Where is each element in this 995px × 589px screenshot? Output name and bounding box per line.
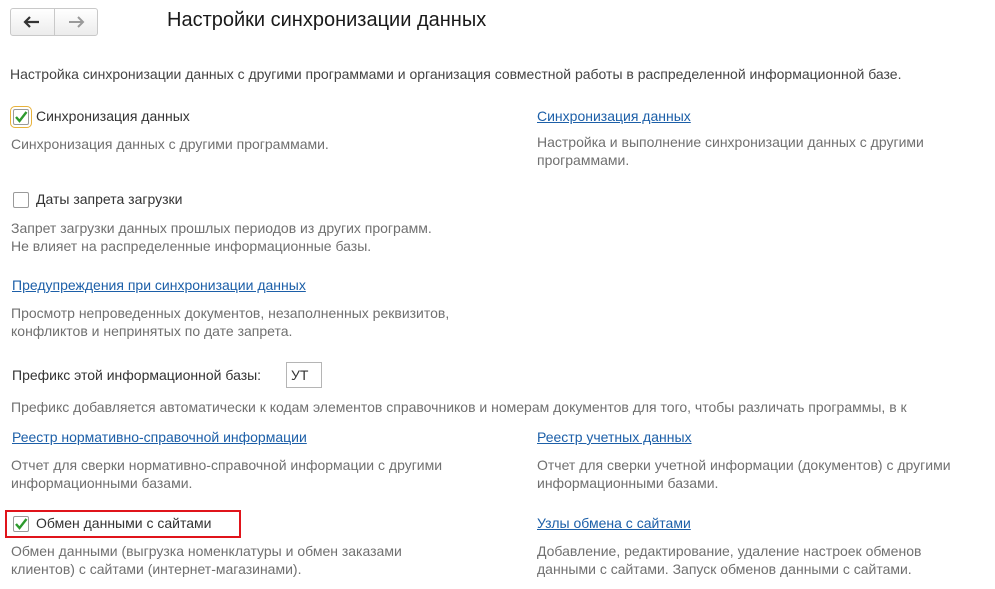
prohibition-dates-checkbox[interactable] [13,192,29,208]
sync-data-hint: Синхронизация данных с другими программа… [11,136,329,152]
nsi-hint-1: Отчет для сверки нормативно-справочной и… [11,457,443,473]
site-nodes-hint-2: данными с сайтами. Запуск обменов данным… [537,561,912,577]
prefix-hint: Префикс добавляется автоматически к кода… [11,399,907,415]
site-nodes-hint-1: Добавление, редактирование, удаление нас… [537,543,922,559]
warnings-hint-1: Просмотр непроведенных документов, незап… [11,305,450,321]
checkmark-icon [15,111,28,123]
prohibition-hint-1: Запрет загрузки данных прошлых периодов … [11,220,432,236]
prefix-label: Префикс этой информационной базы: [12,367,262,383]
accounting-hint-1: Отчет для сверки учетной информации (док… [537,457,951,473]
prefix-input[interactable]: УТ [286,362,322,388]
sync-data-link-hint-1: Настройка и выполнение синхронизации дан… [537,134,924,150]
forward-button[interactable] [53,9,98,35]
warnings-hint-2: конфликтов и непринятых по дате запрета. [11,323,293,339]
nsi-hint-2: информационными базами. [11,475,193,491]
accounting-registry-link[interactable]: Реестр учетных данных [537,429,692,445]
prohibition-dates-label[interactable]: Даты запрета загрузки [36,191,182,207]
back-button[interactable] [11,9,54,35]
prohibition-hint-2: Не влияет на распределенные информационн… [11,238,372,254]
checkmark-icon [15,518,28,530]
sync-data-label[interactable]: Синхронизация данных [36,108,190,124]
site-exchange-nodes-link[interactable]: Узлы обмена с сайтами [537,515,691,531]
page-title: Настройки синхронизации данных [167,9,487,31]
arrow-right-icon [68,16,85,28]
accounting-hint-2: информационными базами. [537,475,719,491]
sync-data-link-hint-2: программами. [537,152,630,168]
navigation-buttons [10,8,98,36]
sites-hint-2: клиентов) с сайтами (интернет-магазинами… [11,561,302,577]
sites-hint-1: Обмен данными (выгрузка номенклатуры и о… [11,543,402,559]
intro-text: Настройка синхронизации данных с другими… [10,66,902,82]
sites-exchange-label[interactable]: Обмен данными с сайтами [36,515,211,531]
sync-data-checkbox[interactable] [10,106,32,128]
sites-exchange-checkbox[interactable] [13,516,29,532]
nsi-registry-link[interactable]: Реестр нормативно-справочной информации [12,429,307,445]
warnings-link[interactable]: Предупреждения при синхронизации данных [12,277,306,293]
arrow-left-icon [23,16,40,28]
sync-data-link[interactable]: Синхронизация данных [537,108,691,124]
